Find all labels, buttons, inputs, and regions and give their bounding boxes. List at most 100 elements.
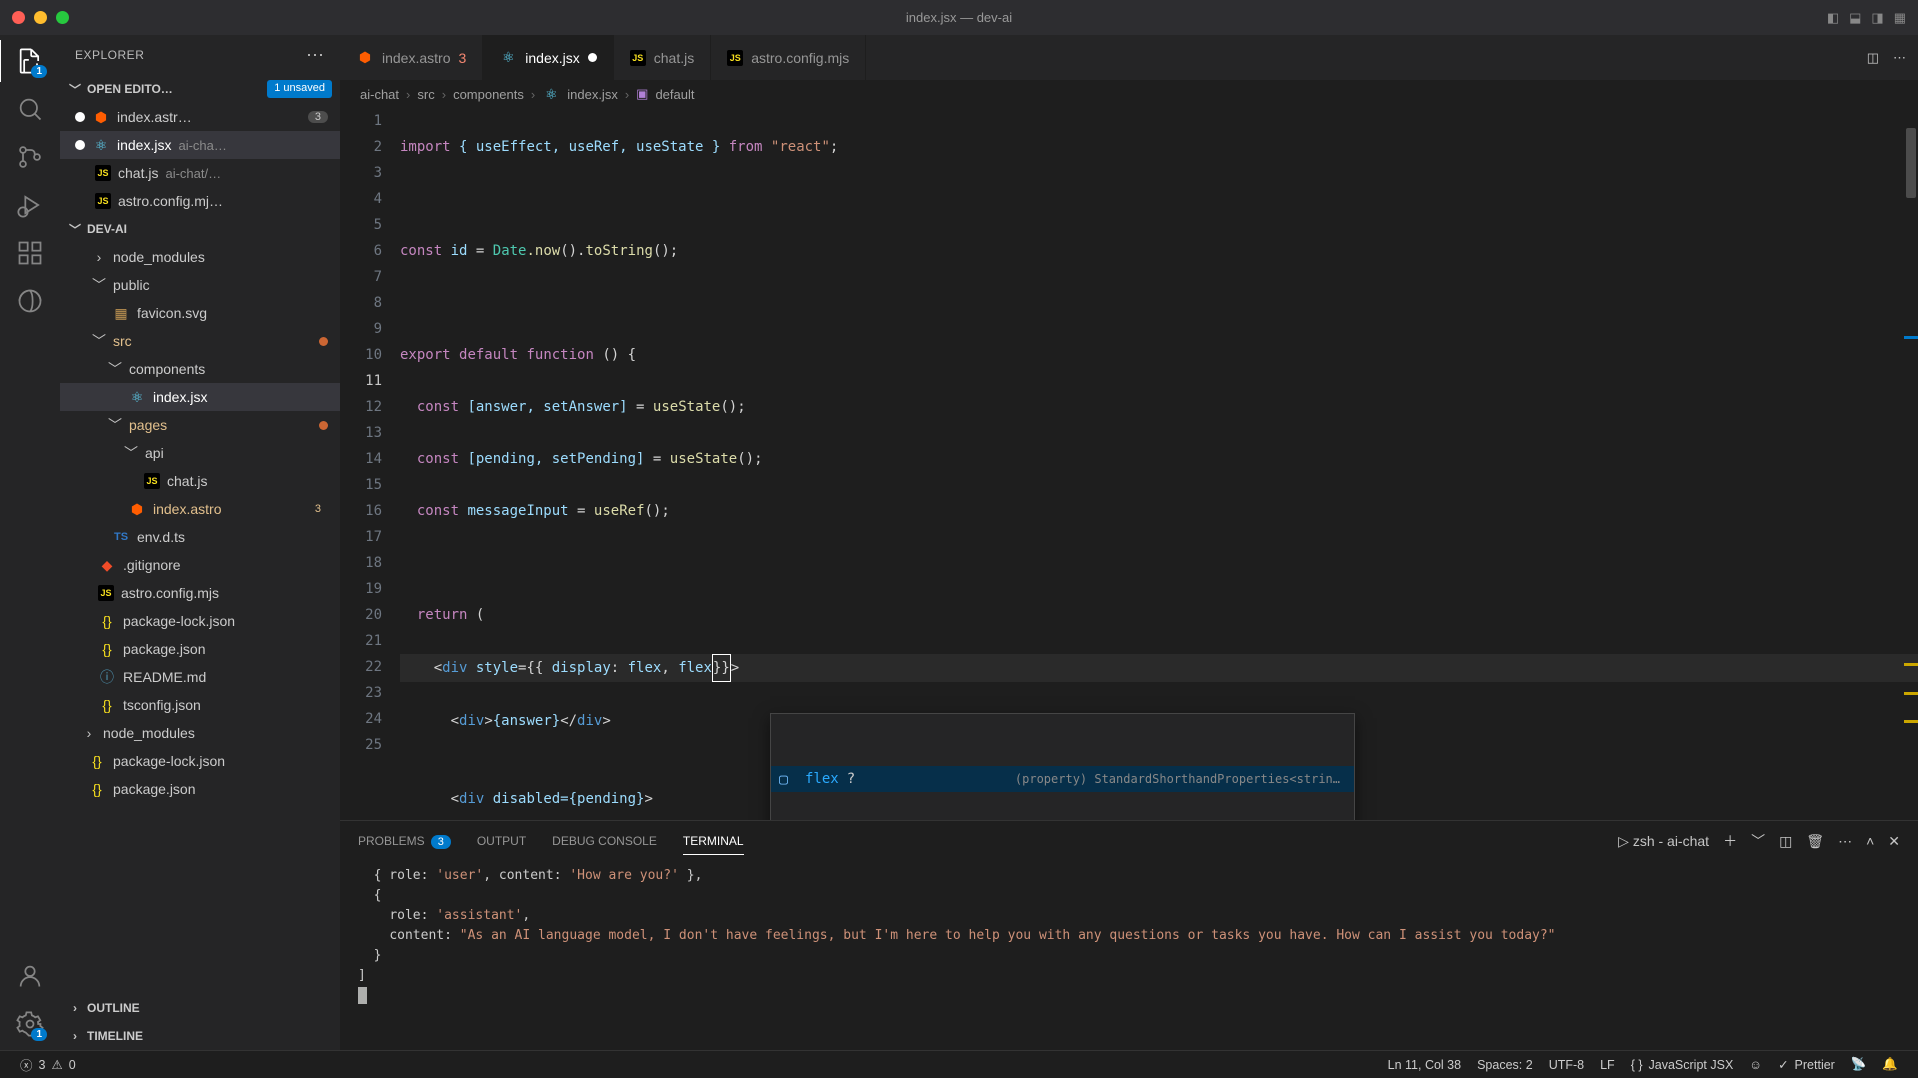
tree-file[interactable]: {}package-lock.json xyxy=(60,607,340,635)
chevron-down-icon: ﹀ xyxy=(68,81,82,98)
tree-file[interactable]: ⓘREADME.md xyxy=(60,663,340,691)
maximize-window-icon[interactable] xyxy=(56,11,69,24)
status-eol[interactable]: LF xyxy=(1592,1057,1623,1072)
accounts-icon[interactable] xyxy=(16,962,44,990)
status-cursor-pos[interactable]: Ln 11, Col 38 xyxy=(1380,1057,1469,1072)
sidebar-more-icon[interactable]: ⋯ xyxy=(306,45,325,66)
line-gutter: 1234567891011121314151617181920212223242… xyxy=(340,108,400,820)
tree-file[interactable]: TSenv.d.ts xyxy=(60,523,340,551)
status-prettier[interactable]: ✓Prettier xyxy=(1770,1057,1843,1072)
open-editor-item[interactable]: JSastro.config.mj… xyxy=(60,187,340,215)
tab-index-astro[interactable]: ⬢index.astro3 xyxy=(340,35,483,80)
code-content[interactable]: import { useEffect, useRef, useState } f… xyxy=(400,108,1918,820)
tree-folder[interactable]: ›node_modules xyxy=(60,719,340,747)
gitignore-file-icon: ◆ xyxy=(98,556,116,574)
open-editor-item[interactable]: ⚛index.jsx ai-cha… xyxy=(60,131,340,159)
source-control-icon[interactable] xyxy=(16,143,44,171)
split-editor-icon[interactable]: ◫ xyxy=(1867,50,1879,66)
open-editors-section[interactable]: ﹀ OPEN EDITO… 1 unsaved xyxy=(60,75,340,103)
tree-file[interactable]: ◆.gitignore xyxy=(60,551,340,579)
status-feedback-icon[interactable]: 📡 xyxy=(1843,1057,1875,1072)
explorer-icon[interactable]: 1 xyxy=(16,47,44,75)
tree-file[interactable]: {}package-lock.json xyxy=(60,747,340,775)
status-copilot-icon[interactable]: ☺ xyxy=(1741,1057,1770,1072)
breadcrumbs[interactable]: ai-chat› src› components› ⚛index.jsx› ▣d… xyxy=(340,80,1918,108)
tree-file[interactable]: ⚛index.jsx xyxy=(60,383,340,411)
status-encoding[interactable]: UTF-8 xyxy=(1541,1057,1592,1072)
tab-index-jsx[interactable]: ⚛index.jsx xyxy=(483,35,613,80)
tree-file[interactable]: ⬢index.astro3 xyxy=(60,495,340,523)
json-file-icon: {} xyxy=(98,640,116,658)
tree-file[interactable]: {}package.json xyxy=(60,775,340,803)
json-file-icon: {} xyxy=(98,696,116,714)
tab-output[interactable]: OUTPUT xyxy=(477,828,526,854)
tree-file[interactable]: {}package.json xyxy=(60,635,340,663)
js-file-icon: JS xyxy=(95,193,111,209)
kill-terminal-icon[interactable]: 🗑 xyxy=(1806,833,1824,850)
close-window-icon[interactable] xyxy=(12,11,25,24)
open-editor-item[interactable]: JSchat.js ai-chat/… xyxy=(60,159,340,187)
window-controls[interactable] xyxy=(12,11,69,24)
js-file-icon: JS xyxy=(727,50,743,66)
tab-problems[interactable]: PROBLEMS3 xyxy=(358,828,451,854)
chevron-right-icon: › xyxy=(82,725,96,741)
tab-chat-js[interactable]: JSchat.js xyxy=(614,35,711,80)
suggest-item[interactable]: ▢flex?(property) StandardShorthandProper… xyxy=(771,766,1354,792)
tree-file[interactable]: {}tsconfig.json xyxy=(60,691,340,719)
tab-actions: ◫ ⋯ xyxy=(1855,35,1918,80)
extensions-icon[interactable] xyxy=(16,239,44,267)
tab-terminal[interactable]: TERMINAL xyxy=(683,828,744,855)
editor-scrollbar[interactable] xyxy=(1904,108,1918,820)
timeline-section[interactable]: ›TIMELINE xyxy=(60,1022,340,1050)
terminal-dropdown-icon[interactable]: ﹀ xyxy=(1751,831,1765,851)
chevron-down-icon: ﹀ xyxy=(92,275,106,295)
minimize-window-icon[interactable] xyxy=(34,11,47,24)
editor-tabs: ⬢index.astro3 ⚛index.jsx JSchat.js JSast… xyxy=(340,35,1918,80)
toggle-panel-right-icon[interactable]: ◨ xyxy=(1871,10,1883,26)
tree-folder[interactable]: ﹀pages xyxy=(60,411,340,439)
tab-astro-config[interactable]: JSastro.config.mjs xyxy=(711,35,866,80)
code-editor[interactable]: 1234567891011121314151617181920212223242… xyxy=(340,108,1918,820)
tab-debug-console[interactable]: DEBUG CONSOLE xyxy=(552,828,657,854)
tree-folder[interactable]: ›node_modules xyxy=(60,243,340,271)
chevron-right-icon: › xyxy=(92,249,106,265)
sidebar-title: EXPLORER xyxy=(75,48,144,62)
status-bell-icon[interactable]: 🔔 xyxy=(1874,1057,1906,1072)
search-icon[interactable] xyxy=(16,95,44,123)
maximize-panel-icon[interactable]: ˄ xyxy=(1866,833,1874,849)
customize-layout-icon[interactable]: ▦ xyxy=(1894,10,1906,26)
project-section[interactable]: ﹀DEV-AI xyxy=(60,215,340,243)
react-file-icon: ⚛ xyxy=(128,388,146,406)
tree-file[interactable]: ▦favicon.svg xyxy=(60,299,340,327)
debug-icon[interactable] xyxy=(16,191,44,219)
autocomplete-popup[interactable]: ▢flex?(property) StandardShorthandProper… xyxy=(770,713,1355,820)
scrollbar-thumb[interactable] xyxy=(1906,128,1916,198)
split-terminal-icon[interactable]: ◫ xyxy=(1779,833,1792,850)
settings-gear-icon[interactable]: 1 xyxy=(16,1010,44,1038)
status-errors[interactable]: ⓧ3⚠0 xyxy=(12,1055,84,1074)
tab-modified-dot-icon xyxy=(588,53,597,62)
terminal-output[interactable]: { role: 'user', content: 'How are you?' … xyxy=(340,861,1918,1050)
open-editor-item[interactable]: ⬢index.astr…3 xyxy=(60,103,340,131)
tree-folder[interactable]: ﹀api xyxy=(60,439,340,467)
chevron-down-icon: ﹀ xyxy=(92,331,106,351)
status-language[interactable]: { } JavaScript JSX xyxy=(1623,1057,1742,1072)
tree-folder[interactable]: ﹀src xyxy=(60,327,340,355)
toggle-panel-bottom-icon[interactable]: ⬓ xyxy=(1849,10,1861,26)
tree-file[interactable]: JSchat.js xyxy=(60,467,340,495)
outline-section[interactable]: ›OUTLINE xyxy=(60,994,340,1022)
editor-more-icon[interactable]: ⋯ xyxy=(1893,50,1906,66)
chevron-down-icon: ﹀ xyxy=(68,221,82,238)
tree-file[interactable]: JSastro.config.mjs xyxy=(60,579,340,607)
terminal-shell-label[interactable]: ▷ zsh - ai-chat xyxy=(1618,833,1709,850)
status-indent[interactable]: Spaces: 2 xyxy=(1469,1057,1541,1072)
close-panel-icon[interactable]: ✕ xyxy=(1888,833,1900,850)
react-file-icon: ⚛ xyxy=(542,85,560,103)
toggle-panel-left-icon[interactable]: ◧ xyxy=(1827,10,1839,26)
new-terminal-icon[interactable]: ＋ xyxy=(1723,831,1737,851)
tree-folder[interactable]: ﹀components xyxy=(60,355,340,383)
edge-tools-icon[interactable] xyxy=(16,287,44,315)
panel-more-icon[interactable]: ⋯ xyxy=(1838,833,1852,850)
tree-folder[interactable]: ﹀public xyxy=(60,271,340,299)
window-title: index.jsx — dev-ai xyxy=(906,10,1012,25)
